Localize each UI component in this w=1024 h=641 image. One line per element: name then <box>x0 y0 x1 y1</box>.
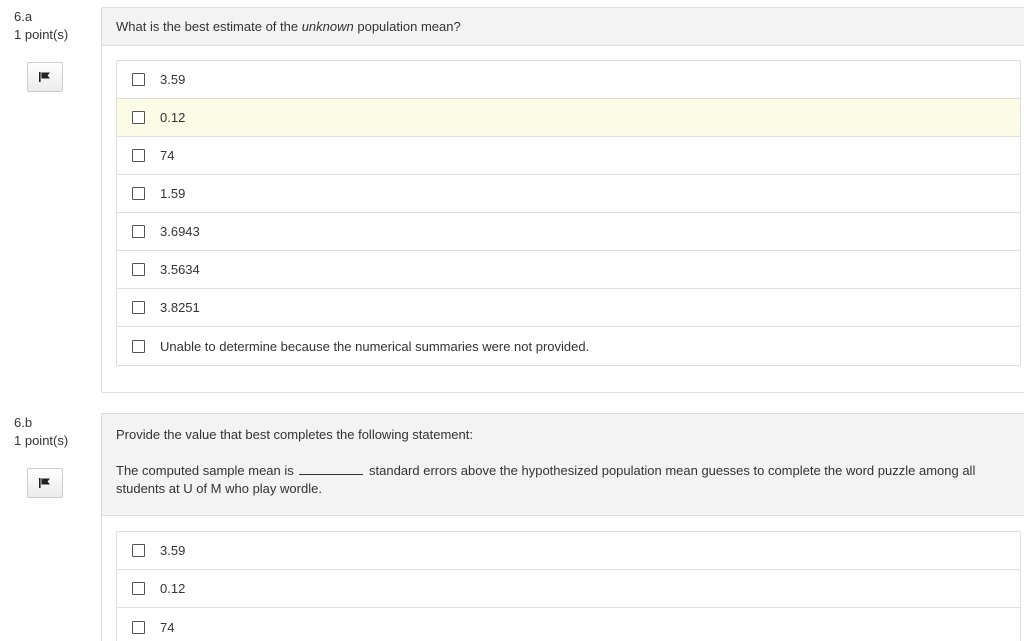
question-statement: The computed sample mean is standard err… <box>116 462 1024 498</box>
quiz-page: 6.a 1 point(s) What is the best estimate… <box>0 0 1024 641</box>
answer-option[interactable]: 3.6943 <box>117 213 1020 251</box>
question-points: 1 point(s) <box>14 27 69 42</box>
prompt-text: population mean? <box>353 18 461 34</box>
answer-option[interactable]: 74 <box>117 137 1020 175</box>
question-header: Provide the value that best completes th… <box>102 414 1024 516</box>
checkbox-icon[interactable] <box>132 149 145 162</box>
checkbox-icon[interactable] <box>132 111 145 124</box>
statement-text: The computed sample mean is <box>116 463 294 478</box>
option-label: 3.59 <box>160 543 186 558</box>
option-label: 0.12 <box>160 581 186 596</box>
prompt-text: What is the best estimate of the <box>116 18 302 34</box>
option-label: 0.12 <box>160 110 186 125</box>
question-meta-6a: 6.a 1 point(s) <box>14 9 68 43</box>
question-card-6b: Provide the value that best completes th… <box>101 413 1024 641</box>
answer-blank <box>299 462 364 475</box>
answer-options: 3.59 0.12 74 1.59 3.6943 3.5634 3.8251 U… <box>116 60 1021 366</box>
flag-icon <box>39 478 50 488</box>
option-label: 1.59 <box>160 186 186 201</box>
answer-option[interactable]: Unable to determine because the numerica… <box>117 327 1020 365</box>
question-card-6a: What is the best estimate of the unknown… <box>101 7 1024 393</box>
checkbox-icon[interactable] <box>132 339 145 353</box>
answer-options: 3.59 0.12 74 <box>116 531 1021 641</box>
flag-question-button[interactable] <box>27 62 63 92</box>
checkbox-icon[interactable] <box>132 582 145 595</box>
answer-option[interactable]: 1.59 <box>117 175 1020 213</box>
answer-option[interactable]: 3.8251 <box>117 289 1020 327</box>
option-label: 3.5634 <box>160 262 200 277</box>
question-header: What is the best estimate of the unknown… <box>102 8 1024 46</box>
answer-option[interactable]: 3.59 <box>117 61 1020 99</box>
prompt-emphasis: unknown <box>301 18 354 34</box>
option-label: 3.59 <box>160 72 186 87</box>
checkbox-icon[interactable] <box>132 225 145 238</box>
option-label: 3.6943 <box>160 224 200 239</box>
answer-option[interactable]: 3.59 <box>117 532 1020 570</box>
option-label: Unable to determine because the numerica… <box>160 338 590 354</box>
option-label: 3.8251 <box>160 300 200 315</box>
flag-icon <box>39 72 50 82</box>
question-points: 1 point(s) <box>14 433 69 448</box>
checkbox-icon[interactable] <box>132 544 145 557</box>
flag-question-button[interactable] <box>27 468 63 498</box>
question-prompt: Provide the value that best completes th… <box>116 427 473 442</box>
question-meta-6b: 6.b 1 point(s) <box>14 415 68 449</box>
answer-option[interactable]: 0.12 <box>117 99 1020 137</box>
question-number: 6.b <box>14 415 33 430</box>
checkbox-icon[interactable] <box>132 187 145 200</box>
checkbox-icon[interactable] <box>132 263 145 276</box>
question-number: 6.a <box>14 9 33 24</box>
answer-option[interactable]: 3.5634 <box>117 251 1020 289</box>
question-prompt: What is the best estimate of the unknown… <box>116 18 461 36</box>
checkbox-icon[interactable] <box>132 301 145 314</box>
checkbox-icon[interactable] <box>132 620 145 634</box>
option-label: 74 <box>160 148 175 163</box>
answer-option[interactable]: 74 <box>117 608 1020 641</box>
answer-option[interactable]: 0.12 <box>117 570 1020 608</box>
option-label: 74 <box>160 619 175 635</box>
checkbox-icon[interactable] <box>132 73 145 86</box>
